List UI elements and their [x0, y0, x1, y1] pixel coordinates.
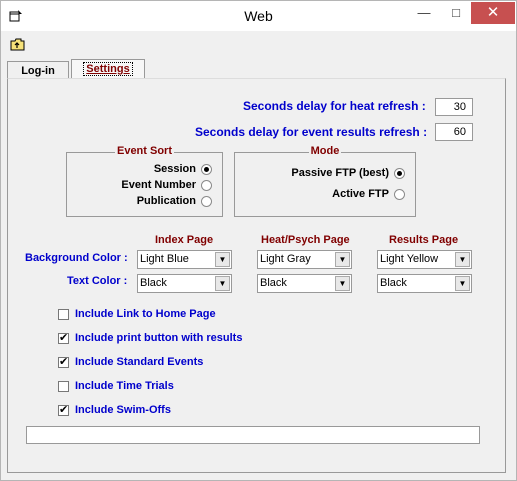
- title-bar: Web — □ ✕: [1, 1, 516, 31]
- mode-active-label: Active FTP: [332, 188, 389, 201]
- sort-publication-label: Publication: [136, 195, 196, 208]
- sort-session-option[interactable]: Session: [154, 163, 212, 175]
- index-background-select[interactable]: Light Blue ▼: [137, 250, 232, 269]
- standard-events-label: Include Standard Events: [75, 356, 204, 369]
- sort-event-number-option[interactable]: Event Number: [121, 179, 212, 191]
- results-background-select[interactable]: Light Yellow ▼: [377, 250, 472, 269]
- tab-settings[interactable]: Settings: [71, 59, 145, 78]
- results-text-value: Black: [380, 277, 407, 289]
- text-color-label: Text Color :: [67, 275, 128, 287]
- index-background-value: Light Blue: [140, 253, 189, 265]
- mode-active-option[interactable]: Active FTP: [332, 188, 405, 200]
- sort-event-number-radio[interactable]: [201, 179, 212, 191]
- chevron-down-icon[interactable]: ▼: [335, 276, 350, 291]
- heat-refresh-label: Seconds delay for heat refresh :: [243, 99, 426, 113]
- close-button[interactable]: ✕: [471, 2, 515, 24]
- tab-settings-label: Settings: [83, 62, 133, 76]
- results-background-value: Light Yellow: [380, 253, 439, 265]
- option-home-link[interactable]: Include Link to Home Page: [58, 308, 216, 320]
- mode-active-radio[interactable]: [394, 188, 405, 200]
- sort-publication-option[interactable]: Publication: [137, 195, 212, 207]
- option-time-trials[interactable]: Include Time Trials: [58, 380, 174, 392]
- status-text-box: [26, 426, 480, 444]
- option-print-button[interactable]: ✔ Include print button with results: [58, 332, 242, 344]
- mode-passive-option[interactable]: Passive FTP (best): [291, 167, 405, 179]
- heat-refresh-input[interactable]: 30: [435, 98, 473, 116]
- tab-log-in-label: Log-in: [21, 65, 55, 77]
- heat-background-value: Light Gray: [260, 253, 311, 265]
- results-text-select[interactable]: Black ▼: [377, 274, 472, 293]
- mode-passive-radio[interactable]: [394, 167, 405, 179]
- swim-offs-label: Include Swim-Offs: [75, 404, 171, 417]
- results-page-header: Results Page: [389, 234, 459, 246]
- sort-session-label: Session: [153, 163, 196, 176]
- sort-session-radio[interactable]: [201, 163, 212, 175]
- sort-publication-radio[interactable]: [201, 195, 212, 207]
- event-sort-group: Event Sort Session Event Number Publicat…: [66, 145, 223, 217]
- event-sort-title: Event Sort: [114, 145, 174, 157]
- option-standard-events[interactable]: ✔ Include Standard Events: [58, 356, 203, 368]
- chevron-down-icon[interactable]: ▼: [455, 276, 470, 291]
- background-color-label: Background Color :: [25, 252, 128, 264]
- chevron-down-icon[interactable]: ▼: [215, 252, 230, 267]
- tab-log-in[interactable]: Log-in: [7, 61, 69, 78]
- folder-up-icon[interactable]: [10, 38, 25, 51]
- heat-text-value: Black: [260, 277, 287, 289]
- event-refresh-label: Seconds delay for event results refresh …: [195, 125, 428, 139]
- option-swim-offs[interactable]: ✔ Include Swim-Offs: [58, 404, 171, 416]
- sort-event-number-label: Event Number: [121, 179, 196, 192]
- time-trials-checkbox[interactable]: [58, 380, 69, 392]
- print-button-label: Include print button with results: [75, 332, 243, 345]
- home-link-checkbox[interactable]: [58, 308, 69, 320]
- index-page-header: Index Page: [155, 234, 214, 246]
- chevron-down-icon[interactable]: ▼: [335, 252, 350, 267]
- chevron-down-icon[interactable]: ▼: [215, 276, 230, 291]
- maximize-button[interactable]: □: [441, 2, 471, 24]
- heat-text-select[interactable]: Black ▼: [257, 274, 352, 293]
- mode-group: Mode Passive FTP (best) Active FTP: [234, 145, 416, 217]
- index-text-value: Black: [140, 277, 167, 289]
- home-link-label: Include Link to Home Page: [75, 308, 216, 321]
- web-window: Web — □ ✕ Log-in Settings Seconds delay …: [0, 0, 517, 481]
- mode-passive-label: Passive FTP (best): [291, 167, 389, 180]
- index-text-select[interactable]: Black ▼: [137, 274, 232, 293]
- chevron-down-icon[interactable]: ▼: [455, 252, 470, 267]
- swim-offs-checkbox[interactable]: ✔: [58, 404, 69, 416]
- time-trials-label: Include Time Trials: [75, 380, 174, 393]
- minimize-button[interactable]: —: [409, 2, 439, 24]
- mode-title: Mode: [308, 145, 342, 157]
- heat-background-select[interactable]: Light Gray ▼: [257, 250, 352, 269]
- heat-psych-page-header: Heat/Psych Page: [261, 234, 350, 246]
- event-refresh-input[interactable]: 60: [435, 123, 473, 141]
- settings-panel: Seconds delay for heat refresh : 30 Seco…: [7, 78, 506, 473]
- standard-events-checkbox[interactable]: ✔: [58, 356, 69, 368]
- print-button-checkbox[interactable]: ✔: [58, 332, 69, 344]
